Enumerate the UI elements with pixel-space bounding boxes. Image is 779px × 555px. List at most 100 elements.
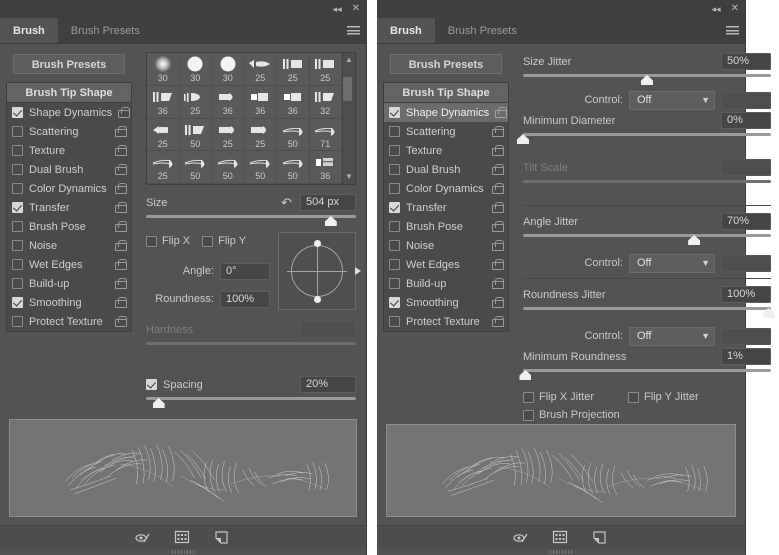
option-protect-texture[interactable]: Protect Texture bbox=[384, 312, 508, 331]
tab-brush-presets[interactable]: Brush Presets bbox=[57, 18, 153, 43]
option-noise[interactable]: Noise bbox=[384, 236, 508, 255]
brush-tip-cell[interactable]: 30 bbox=[179, 53, 212, 86]
lock-icon[interactable] bbox=[115, 259, 127, 270]
scrollbar-track[interactable] bbox=[343, 64, 355, 173]
brush-projection-checkbox-row[interactable]: Brush Projection bbox=[523, 409, 620, 421]
lock-icon[interactable] bbox=[115, 202, 127, 213]
brush-tip-cell[interactable]: 36 bbox=[244, 85, 277, 119]
option-color-dynamics[interactable]: Color Dynamics bbox=[384, 179, 508, 198]
option-wet-edges[interactable]: Wet Edges bbox=[384, 255, 508, 274]
lock-icon[interactable] bbox=[115, 316, 127, 327]
brush-pressure-toggle-icon[interactable] bbox=[134, 530, 152, 546]
angle-jitter-value[interactable]: 70% bbox=[721, 213, 771, 230]
checkbox-flip-x[interactable] bbox=[146, 235, 157, 247]
tab-brush[interactable]: Brush bbox=[377, 18, 435, 43]
minimum-roundness-value[interactable]: 1% bbox=[721, 348, 771, 365]
compass-angle-arrow-icon[interactable] bbox=[355, 267, 361, 275]
checkbox-shape-dynamics[interactable] bbox=[12, 107, 23, 118]
new-brush-icon[interactable] bbox=[214, 530, 232, 546]
scrollbar-thumb[interactable] bbox=[343, 77, 352, 101]
checkbox-scattering[interactable] bbox=[12, 126, 23, 137]
option-color-dynamics[interactable]: Color Dynamics bbox=[7, 179, 131, 198]
angle-roundness-compass[interactable] bbox=[278, 232, 361, 310]
brush-tip-shape-header[interactable]: Brush Tip Shape bbox=[384, 83, 508, 103]
size-slider[interactable] bbox=[146, 213, 356, 226]
checkbox-smoothing[interactable] bbox=[12, 297, 23, 308]
checkbox-color-dynamics[interactable] bbox=[12, 183, 23, 194]
checkbox-protect-texture[interactable] bbox=[389, 316, 400, 327]
flip-y-checkbox-row[interactable]: Flip Y bbox=[202, 235, 246, 247]
checkbox-shape-dynamics[interactable] bbox=[389, 107, 400, 118]
checkbox-transfer[interactable] bbox=[12, 202, 23, 213]
minimum-roundness-slider[interactable] bbox=[519, 367, 771, 380]
checkbox-noise[interactable] bbox=[389, 240, 400, 251]
option-brush-pose[interactable]: Brush Pose bbox=[7, 217, 131, 236]
minimum-diameter-value[interactable]: 0% bbox=[721, 112, 771, 129]
option-brush-pose[interactable]: Brush Pose bbox=[384, 217, 508, 236]
brush-tip-cell[interactable]: 25 bbox=[244, 118, 277, 152]
panel-resize-grip-left[interactable] bbox=[0, 549, 366, 555]
option-shape-dynamics[interactable]: Shape Dynamics bbox=[7, 103, 131, 122]
roundness-control-dropdown[interactable]: Off ▼ bbox=[629, 326, 715, 346]
option-smoothing[interactable]: Smoothing bbox=[384, 293, 508, 312]
checkbox-flip-y-jitter[interactable] bbox=[628, 391, 640, 403]
collapse-icon[interactable]: ◂◂ bbox=[333, 4, 342, 14]
checkbox-texture[interactable] bbox=[12, 145, 23, 156]
option-texture[interactable]: Texture bbox=[7, 141, 131, 160]
flip-y-jitter-checkbox-row[interactable]: Flip Y Jitter bbox=[628, 391, 699, 403]
brush-tip-cell[interactable]: 30 bbox=[212, 53, 245, 86]
brush-presets-button[interactable]: Brush Presets bbox=[13, 54, 125, 74]
option-build-up[interactable]: Build-up bbox=[384, 274, 508, 293]
lock-icon[interactable] bbox=[115, 278, 127, 289]
checkbox-wet-edges[interactable] bbox=[389, 259, 400, 270]
brush-tip-cell[interactable]: 50 bbox=[244, 151, 277, 184]
lock-icon[interactable] bbox=[492, 145, 504, 156]
brush-tip-cell[interactable]: 36 bbox=[309, 151, 342, 184]
lock-icon[interactable] bbox=[115, 183, 127, 194]
compass-handle-bottom[interactable] bbox=[313, 295, 321, 303]
new-preset-grid-icon[interactable] bbox=[174, 530, 192, 546]
checkbox-texture[interactable] bbox=[389, 145, 400, 156]
brush-tip-cell[interactable]: 71 bbox=[309, 118, 342, 152]
brush-tip-cell[interactable]: 36 bbox=[212, 85, 245, 119]
close-icon[interactable]: ✕ bbox=[731, 4, 739, 14]
brush-tip-cell[interactable]: 25 bbox=[147, 151, 180, 184]
checkbox-transfer[interactable] bbox=[389, 202, 400, 213]
option-scattering[interactable]: Scattering bbox=[7, 122, 131, 141]
roundness-jitter-value[interactable]: 100% bbox=[721, 286, 771, 303]
close-icon[interactable]: ✕ bbox=[352, 4, 360, 14]
brush-pressure-toggle-icon[interactable] bbox=[512, 530, 530, 546]
brush-presets-button[interactable]: Brush Presets bbox=[390, 54, 502, 74]
spacing-value[interactable]: 20% bbox=[300, 376, 356, 393]
new-preset-grid-icon[interactable] bbox=[552, 530, 570, 546]
flip-x-checkbox-row[interactable]: Flip X bbox=[146, 235, 190, 247]
brush-tip-cell[interactable]: 25 bbox=[179, 85, 212, 119]
checkbox-color-dynamics[interactable] bbox=[389, 183, 400, 194]
lock-icon[interactable] bbox=[115, 221, 127, 232]
lock-icon[interactable] bbox=[492, 297, 504, 308]
option-build-up[interactable]: Build-up bbox=[7, 274, 131, 293]
option-texture[interactable]: Texture bbox=[384, 141, 508, 160]
panel-resize-grip-right[interactable] bbox=[377, 549, 745, 555]
angle-jitter-slider[interactable] bbox=[523, 232, 771, 245]
checkbox-smoothing[interactable] bbox=[389, 297, 400, 308]
brush-tip-cell[interactable]: 36 bbox=[147, 85, 180, 119]
lock-icon[interactable] bbox=[495, 107, 508, 118]
checkbox-brush-pose[interactable] bbox=[389, 221, 400, 232]
lock-icon[interactable] bbox=[492, 164, 504, 175]
lock-icon[interactable] bbox=[492, 202, 504, 213]
brush-tip-cell[interactable]: 25 bbox=[147, 118, 180, 152]
brush-tip-cell[interactable]: 25 bbox=[212, 118, 245, 152]
brush-tip-cell[interactable]: 50 bbox=[277, 151, 310, 184]
collapse-icon[interactable]: ◂◂ bbox=[712, 4, 721, 14]
tab-brush[interactable]: Brush bbox=[0, 18, 58, 43]
roundness-value[interactable]: 100% bbox=[220, 290, 270, 308]
brush-tip-cell[interactable]: 25 bbox=[277, 53, 310, 86]
option-transfer[interactable]: Transfer bbox=[384, 198, 508, 217]
brush-tip-grid-cells[interactable]: 30 30 30 25 25 25 36 25 36 36 36 32 25 50 25 25 50 71 25 50… bbox=[147, 53, 342, 184]
flip-x-jitter-checkbox-row[interactable]: Flip X Jitter bbox=[523, 391, 594, 403]
new-brush-icon[interactable] bbox=[592, 530, 610, 546]
lock-icon[interactable] bbox=[492, 126, 504, 137]
brush-tip-cell[interactable]: 36 bbox=[277, 85, 310, 119]
option-dual-brush[interactable]: Dual Brush bbox=[384, 160, 508, 179]
